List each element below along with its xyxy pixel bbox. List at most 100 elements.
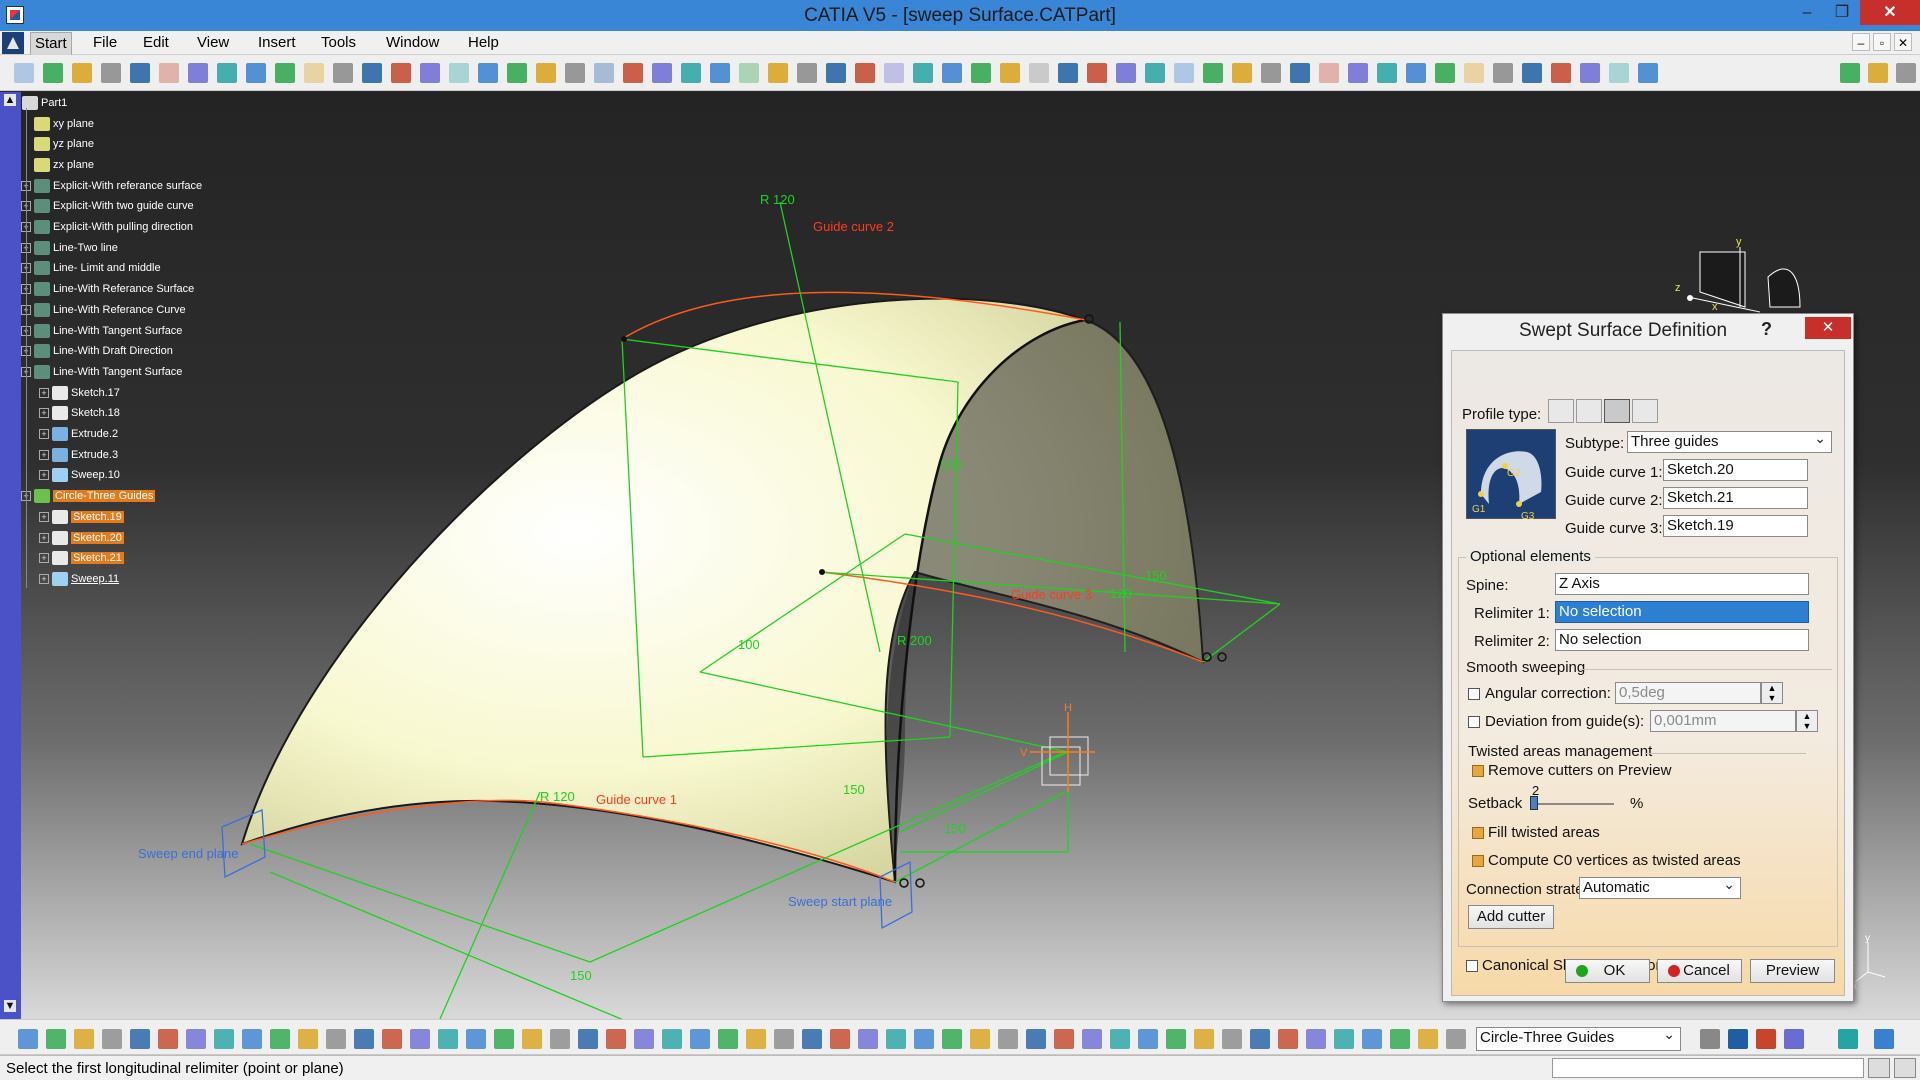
- toolbar-tool-icon[interactable]: [478, 63, 498, 83]
- toolbar-tool-icon[interactable]: [159, 63, 179, 83]
- tree-expander-icon[interactable]: +: [39, 449, 49, 460]
- toolbar-tool-icon[interactable]: [739, 63, 759, 83]
- toolbar-tool-icon[interactable]: [1784, 1029, 1804, 1049]
- dim-r120-bottom[interactable]: R 120: [540, 789, 575, 804]
- label-sweep-start-plane[interactable]: Sweep start plane: [788, 894, 892, 909]
- toolbar-tool-icon[interactable]: [1082, 1029, 1102, 1049]
- tree-item[interactable]: + Circle-Three Guides: [21, 486, 156, 507]
- toolbar-tool-icon[interactable]: [1166, 1029, 1186, 1049]
- toolbar-tool-icon[interactable]: [1838, 1029, 1858, 1049]
- toolbar-tool-icon[interactable]: [246, 63, 266, 83]
- deviation-field[interactable]: 0,001mm: [1650, 710, 1796, 732]
- toolbar-tool-icon[interactable]: [270, 1029, 290, 1049]
- toolbar-tool-icon[interactable]: [101, 63, 121, 83]
- toolbar-tool-icon[interactable]: [1348, 63, 1368, 83]
- tree-item[interactable]: + Line-With Referance Surface: [21, 279, 194, 300]
- toolbar-tool-icon[interactable]: [46, 1029, 66, 1049]
- toolbar-tool-icon[interactable]: [1026, 1029, 1046, 1049]
- toolbar-tool-icon[interactable]: [884, 63, 904, 83]
- toolbar-tool-icon[interactable]: [1290, 63, 1310, 83]
- toolbar-tool-icon[interactable]: [1638, 63, 1658, 83]
- toolbar-tool-icon[interactable]: [1728, 1029, 1748, 1049]
- toolbar-tool-icon[interactable]: [606, 1029, 626, 1049]
- tree-item[interactable]: + Line-With Tangent Surface: [21, 320, 182, 341]
- toolbar-tool-icon[interactable]: [942, 63, 962, 83]
- toolbar-tool-icon[interactable]: [1406, 63, 1426, 83]
- toolbar-tool-icon[interactable]: [1756, 1029, 1776, 1049]
- preview-button[interactable]: Preview: [1750, 959, 1835, 983]
- tree-item[interactable]: + Line-With Referance Curve: [21, 299, 186, 320]
- toolbar-tool-icon[interactable]: [1222, 1029, 1242, 1049]
- dim-r120-top[interactable]: R 120: [760, 192, 795, 207]
- toolbar-tool-icon[interactable]: [362, 63, 382, 83]
- relimiter-1-field[interactable]: No selection: [1555, 601, 1809, 623]
- toolbar-tool-icon[interactable]: [449, 63, 469, 83]
- command-list-icon[interactable]: [1868, 1058, 1890, 1078]
- toolbar-tool-icon[interactable]: [410, 1029, 430, 1049]
- toolbar-tool-icon[interactable]: [333, 63, 353, 83]
- deviation-checkbox[interactable]: [1468, 716, 1480, 728]
- toolbar-tool-icon[interactable]: [681, 63, 701, 83]
- toolbar-tool-icon[interactable]: [1000, 63, 1020, 83]
- toolbar-tool-icon[interactable]: [710, 63, 730, 83]
- toolbar-tool-icon[interactable]: [1306, 1029, 1326, 1049]
- tree-expander-icon[interactable]: +: [39, 387, 49, 398]
- label-guide-curve-3[interactable]: Guide curve 3: [1011, 587, 1092, 602]
- menu-tools[interactable]: Tools: [321, 34, 356, 51]
- toolbar-tool-icon[interactable]: [391, 63, 411, 83]
- specification-tree[interactable]: Part1 +xy plane+yz plane+zx plane+Explic…: [21, 92, 261, 712]
- toolbar-tool-icon[interactable]: [1464, 63, 1484, 83]
- power-input-field[interactable]: [1552, 1058, 1864, 1078]
- tree-item[interactable]: + Explicit-With referance surface: [21, 175, 202, 196]
- tree-item[interactable]: + Sketch.21: [39, 548, 124, 569]
- toolbar-tool-icon[interactable]: [298, 1029, 318, 1049]
- fullscreen-icon[interactable]: [1894, 1058, 1916, 1078]
- dialog-close-button[interactable]: ✕: [1805, 317, 1851, 339]
- toolbar-tool-icon[interactable]: [466, 1029, 486, 1049]
- menu-view[interactable]: View: [197, 34, 229, 51]
- toolbar-tool-icon[interactable]: [914, 1029, 934, 1049]
- compass-icon[interactable]: y z x: [1675, 236, 1801, 313]
- toolbar-tool-icon[interactable]: [1058, 63, 1078, 83]
- current-geometrical-set-select[interactable]: Circle-Three Guides: [1476, 1027, 1681, 1051]
- toolbar-tool-icon[interactable]: [242, 1029, 262, 1049]
- toolbar-tool-icon[interactable]: [774, 1029, 794, 1049]
- dim-120[interactable]: 120: [1110, 586, 1132, 601]
- close-button[interactable]: ✕: [1860, 0, 1920, 25]
- toolbar-tool-icon[interactable]: [1390, 1029, 1410, 1049]
- toolbar-tool-icon[interactable]: [886, 1029, 906, 1049]
- toolbar-tool-icon[interactable]: [304, 63, 324, 83]
- doc-minimize-button[interactable]: –: [1852, 33, 1870, 51]
- toolbar-tool-icon[interactable]: [1319, 63, 1339, 83]
- toolbar-tool-icon[interactable]: [494, 1029, 514, 1049]
- maximize-button[interactable]: ❐: [1820, 0, 1864, 25]
- toolbar-tool-icon[interactable]: [913, 63, 933, 83]
- toolbar-tool-icon[interactable]: [1145, 63, 1165, 83]
- toolbar-tool-icon[interactable]: [768, 63, 788, 83]
- tree-expander-icon[interactable]: +: [39, 470, 49, 481]
- tree-item[interactable]: + Sweep.10: [39, 465, 120, 486]
- angular-correction-checkbox[interactable]: [1468, 688, 1480, 700]
- tree-root[interactable]: Part1: [22, 92, 67, 113]
- toolbar-tool-icon[interactable]: [536, 63, 556, 83]
- menu-file[interactable]: File: [93, 34, 117, 51]
- tree-item[interactable]: + Line-With Tangent Surface: [21, 361, 182, 382]
- toolbar-tool-icon[interactable]: [718, 1029, 738, 1049]
- tree-item[interactable]: + Sweep.11: [39, 568, 119, 589]
- guide-curve-1-field[interactable]: Sketch.20: [1663, 459, 1808, 481]
- menu-window[interactable]: Window: [386, 34, 439, 51]
- toolbar-tool-icon[interactable]: [14, 63, 34, 83]
- tree-expander-icon[interactable]: +: [39, 532, 49, 543]
- ok-button[interactable]: OK: [1565, 959, 1650, 983]
- tree-item[interactable]: +zx plane: [21, 154, 94, 175]
- toolbar-tool-icon[interactable]: [43, 63, 63, 83]
- guide-curve-3-field[interactable]: Sketch.19: [1663, 515, 1808, 537]
- toolbar-tool-icon[interactable]: [522, 1029, 542, 1049]
- toolbar-tool-icon[interactable]: [1116, 63, 1136, 83]
- toolbar-tool-icon[interactable]: [158, 1029, 178, 1049]
- toolbar-tool-icon[interactable]: [18, 1029, 38, 1049]
- tree-item[interactable]: +xy plane: [21, 113, 94, 134]
- dim-150-bottom-right[interactable]: 150: [944, 821, 966, 836]
- 3d-viewport[interactable]: ▲ ▼ H V y z x y x R 120 Guide curve 2 10…: [0, 92, 1920, 1019]
- toolbar-tool-icon[interactable]: [188, 63, 208, 83]
